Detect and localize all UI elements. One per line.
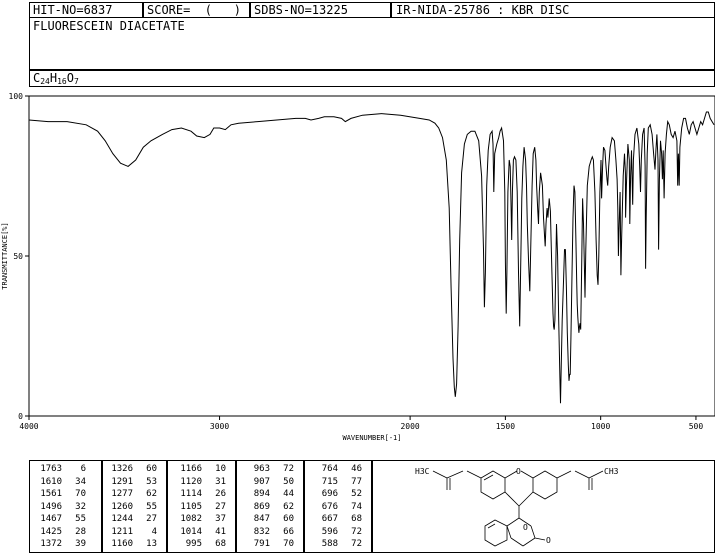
peak-wavenumber: 1291: [111, 476, 133, 487]
peak-wavenumber: 1211: [111, 526, 133, 537]
peak-transmittance: 37: [215, 514, 226, 524]
x-axis-label: WAVENUMBER[-1]: [342, 434, 401, 442]
y-tick-label: 100: [9, 92, 24, 101]
peak-transmittance: 10: [215, 464, 226, 474]
peak-wavenumber: 869: [253, 501, 270, 512]
structure-label-ch3: CH3: [604, 467, 619, 476]
peak-wavenumber: 1277: [111, 489, 133, 499]
peak-wavenumber: 995: [185, 539, 202, 549]
peak-transmittance: 53: [146, 476, 157, 487]
peak-transmittance: 26: [215, 489, 226, 499]
y-tick-label: 0: [18, 412, 23, 421]
structure-label-h3c: H3C: [415, 467, 430, 476]
structure-bonds: [432, 470, 604, 547]
peak-wavenumber: 1114: [180, 489, 202, 499]
peak-transmittance: 44: [283, 489, 294, 499]
structure-label-lactone-o: O: [523, 523, 528, 532]
peak-transmittance: 70: [75, 489, 86, 499]
structure-diagram: H3C CH3 O O O: [415, 467, 619, 547]
peak-transmittance: 31: [215, 476, 226, 487]
peak-transmittance: 66: [283, 526, 294, 537]
peak-transmittance: 27: [146, 514, 157, 524]
peak-wavenumber: 596: [321, 526, 338, 537]
peak-transmittance: 62: [146, 489, 157, 499]
spectrum-line: [28, 111, 715, 404]
peak-wavenumber: 1763: [40, 464, 62, 474]
peak-transmittance: 55: [75, 514, 86, 524]
peak-transmittance: 41: [215, 526, 226, 537]
peak-wavenumber: 791: [253, 539, 270, 549]
peak-transmittance: 77: [351, 476, 362, 487]
peak-transmittance: 60: [283, 514, 294, 524]
y-tick-label: 50: [13, 252, 23, 261]
peak-transmittance: 4: [151, 526, 157, 537]
x-tick-label: 4000: [19, 422, 38, 431]
peak-transmittance: 68: [351, 514, 362, 524]
peak-wavenumber: 667: [321, 514, 338, 524]
peak-wavenumber: 832: [253, 526, 270, 537]
peak-transmittance: 28: [75, 526, 86, 537]
peak-col-div-1: [101, 460, 103, 553]
ir-spectrum-chart: 4000 3000 2000 1500 1000 500 0 50 100 WAVENUMBER…: [1, 92, 715, 442]
peak-wavenumber: 894: [253, 489, 270, 499]
peak-transmittance: 34: [75, 476, 86, 487]
peak-wavenumber: 1244: [111, 514, 133, 524]
peak-wavenumber: 1467: [40, 514, 62, 524]
plot-frame: [28, 95, 715, 417]
peak-wavenumber: 1014: [180, 526, 202, 537]
peak-wavenumber: 1496: [40, 501, 62, 512]
x-tick-label: 1000: [591, 422, 610, 431]
peak-col-div-4: [303, 460, 305, 553]
peak-wavenumber: 696: [321, 489, 338, 499]
peak-transmittance: 52: [351, 489, 362, 499]
peak-transmittance: 13: [146, 539, 157, 549]
peak-transmittance: 72: [351, 539, 362, 549]
peak-wavenumber: 715: [321, 476, 338, 487]
peak-wavenumber: 847: [253, 514, 270, 524]
peak-wavenumber: 1082: [180, 514, 202, 524]
peak-transmittance: 46: [351, 464, 362, 474]
peak-col-div-5: [371, 460, 373, 553]
peak-wavenumber: 1561: [40, 489, 62, 499]
peak-wavenumber: 1260: [111, 501, 133, 512]
x-tick-label: 2000: [400, 422, 419, 431]
peak-wavenumber: 1425: [40, 526, 62, 537]
peak-transmittance: 50: [283, 476, 294, 487]
x-tick-label: 1500: [496, 422, 515, 431]
peak-wavenumber: 1160: [111, 539, 133, 549]
peak-transmittance: 74: [351, 501, 362, 512]
peak-transmittance: 39: [75, 539, 86, 549]
peak-transmittance: 32: [75, 501, 86, 512]
peak-transmittance: 70: [283, 539, 294, 549]
peak-transmittance: 72: [351, 526, 362, 537]
peak-wavenumber: 1326: [111, 464, 133, 474]
peak-wavenumber: 963: [253, 464, 270, 474]
peak-transmittance: 60: [146, 464, 157, 474]
peak-transmittance: 27: [215, 501, 226, 512]
peak-wavenumber: 1610: [40, 476, 62, 487]
peak-wavenumber: 1105: [180, 501, 202, 512]
peak-wavenumber: 764: [321, 464, 338, 474]
peak-col-div-3: [235, 460, 237, 553]
peak-transmittance: 62: [283, 501, 294, 512]
peak-wavenumber: 588: [321, 539, 338, 549]
peak-wavenumber: 907: [253, 476, 270, 487]
peak-transmittance: 6: [80, 464, 86, 474]
peak-wavenumber: 1372: [40, 539, 62, 549]
x-tick-label: 500: [689, 422, 704, 431]
peak-transmittance: 72: [283, 464, 294, 474]
peak-wavenumber: 1166: [180, 464, 202, 474]
y-axis-label: TRANSMITTANCE[%]: [1, 222, 9, 289]
peak-col-div-2: [166, 460, 168, 553]
peak-transmittance: 68: [215, 539, 226, 549]
x-tick-label: 3000: [210, 422, 229, 431]
peak-wavenumber: 676: [321, 501, 338, 512]
peak-transmittance: 55: [146, 501, 157, 512]
structure-label-carbonyl-o: O: [546, 536, 551, 545]
structure-label-ring-o: O: [516, 467, 521, 476]
peak-wavenumber: 1120: [180, 476, 202, 487]
